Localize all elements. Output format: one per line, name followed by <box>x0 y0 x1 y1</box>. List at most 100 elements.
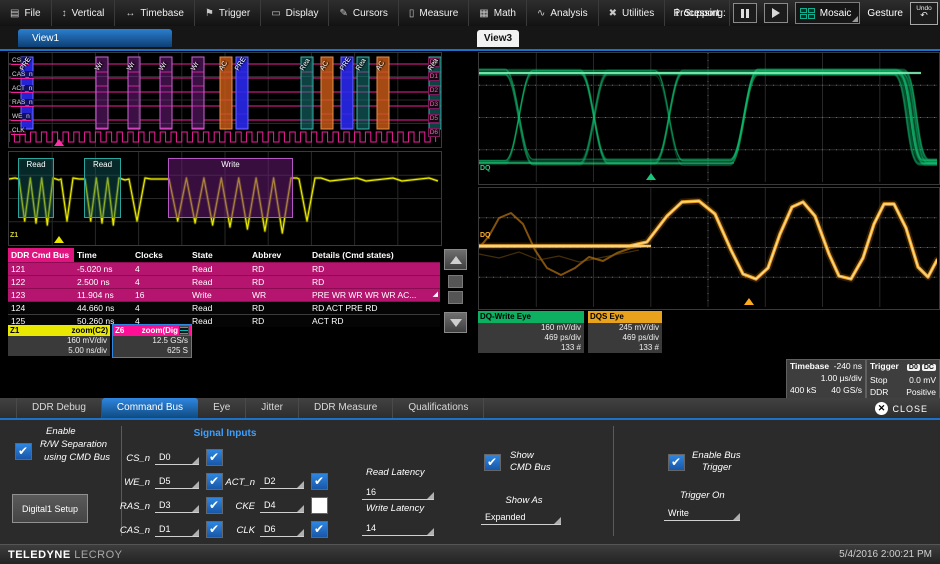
menu-right-cluster: Processing: Mosaic Gesture Undo ↶ <box>673 0 938 26</box>
read-region[interactable]: Read <box>84 158 121 218</box>
dq-channel-tag: DQ <box>480 165 491 173</box>
view-tab-row: View1 View3 <box>0 26 940 51</box>
horizontal-arrows-icon: ↔ <box>125 8 135 19</box>
trigger-source-badge: D0 <box>907 364 920 371</box>
tab-jitter[interactable]: Jitter <box>246 398 299 418</box>
menu-display[interactable]: ▭Display <box>261 0 329 26</box>
show-cmd-bus-checkbox[interactable] <box>484 454 501 471</box>
dqs-panel[interactable]: DQ <box>478 187 940 310</box>
digital-bus-panel[interactable]: CS_n CAS_n ACT_n RAS_n WE_n CLK D0 D1 D2… <box>8 52 442 148</box>
cke-enable-checkbox[interactable] <box>311 497 328 514</box>
signal-label-ras: RAS_n <box>11 99 34 107</box>
undo-button[interactable]: Undo ↶ <box>910 2 938 25</box>
ddr-debug-dialog: DDR Debug Command Bus Eye Jitter DDR Mea… <box>0 398 940 544</box>
dqs-position-marker[interactable] <box>744 298 754 305</box>
table-row[interactable]: 121-5.020 ns4ReadRDRD <box>8 262 440 275</box>
signal-label-cas: CAS_n <box>11 71 34 79</box>
play-icon <box>772 8 780 18</box>
scroll-track[interactable] <box>448 291 463 304</box>
trigger-coupling-badge: DC <box>922 364 936 371</box>
mosaic-grid-icon <box>800 8 815 19</box>
pause-button[interactable] <box>733 3 757 23</box>
menu-trigger[interactable]: ⚑Trigger <box>195 0 261 26</box>
chart-icon: ∿ <box>537 8 545 19</box>
scroll-down-button[interactable] <box>444 312 467 333</box>
zoom-position-marker[interactable] <box>54 236 64 243</box>
scroll-up-button[interactable] <box>444 249 467 270</box>
cs-source-dropdown[interactable]: D0 <box>155 450 199 465</box>
close-button[interactable]: CLOSE <box>875 402 928 415</box>
tab-command-bus[interactable]: Command Bus <box>102 398 198 418</box>
write-latency-dropdown[interactable]: 14 <box>362 521 434 536</box>
scroll-track[interactable] <box>448 275 463 288</box>
channel-label-d1: D1 <box>428 72 440 81</box>
cs-enable-checkbox[interactable] <box>206 449 223 466</box>
ddr-cmd-table: DDR Cmd Bus Time Clocks State Abbrev Det… <box>8 248 440 323</box>
cas-source-dropdown[interactable]: D1 <box>155 522 199 537</box>
trigger-position-marker[interactable] <box>54 139 64 146</box>
processing-label: Processing: <box>673 8 725 19</box>
trigger-on-dropdown[interactable]: Write <box>664 506 740 521</box>
play-button[interactable] <box>764 3 788 23</box>
ras-source-dropdown[interactable]: D3 <box>155 498 199 513</box>
menu-file[interactable]: ▤File <box>0 0 52 26</box>
tab-view3[interactable]: View3 <box>477 30 519 47</box>
rw-separation-checkbox[interactable] <box>15 443 32 460</box>
menu-vertical[interactable]: ↕Vertical <box>52 0 116 26</box>
calculator-icon: ▦ <box>479 8 488 19</box>
z6-descriptor[interactable]: Z6 zoom(Dig 12.5 GS/s 625 S <box>112 324 192 358</box>
read-latency-dropdown[interactable]: 16 <box>362 485 434 500</box>
undo-arrow-icon: ↶ <box>920 11 928 20</box>
signal-inputs-title: Signal Inputs <box>130 428 320 439</box>
digital-bus-icon <box>179 326 189 335</box>
clk-source-dropdown[interactable]: D6 <box>260 522 304 537</box>
tab-ddr-measure[interactable]: DDR Measure <box>299 398 393 418</box>
clk-enable-checkbox[interactable] <box>311 521 328 538</box>
table-row[interactable]: 12311.904 ns16WriteWRPRE WR WR WR WR AC.… <box>8 288 440 301</box>
write-region[interactable]: Write <box>168 158 293 218</box>
cursor-icon: ✎ <box>339 8 347 19</box>
z1-trace-tag: Z1 <box>10 232 18 240</box>
teledyne-lecroy-logo: TELEDYNE LECROY <box>8 549 123 561</box>
menu-timebase[interactable]: ↔Timebase <box>115 0 195 26</box>
table-title: DDR Cmd Bus <box>8 248 74 262</box>
signal-label-clk: CLK <box>11 127 26 135</box>
mosaic-display-button[interactable]: Mosaic <box>795 2 861 24</box>
timebase-summary[interactable]: Timebase-240 ns 1.00 µs/div 400 kS40 GS/… <box>786 359 866 399</box>
tab-view1[interactable]: View1 <box>18 29 172 47</box>
dqs-eye-descriptor[interactable]: DQS Eye 245 mV/div 469 ps/div 133 # <box>588 311 662 353</box>
dq-write-eye-descriptor[interactable]: DQ-Write Eye 160 mV/div 469 ps/div 133 # <box>478 311 584 353</box>
enable-bus-trigger-checkbox[interactable] <box>668 454 685 471</box>
gesture-label[interactable]: Gesture <box>867 8 903 19</box>
menu-math[interactable]: ▦Math <box>469 0 527 26</box>
z1-descriptor[interactable]: Z1 zoom(C2) 160 mV/div 5.00 ns/div <box>8 325 110 356</box>
menu-analysis[interactable]: ∿Analysis <box>527 0 599 26</box>
display-icon: ▭ <box>271 8 280 19</box>
close-icon <box>875 402 888 415</box>
act-enable-checkbox[interactable] <box>311 473 328 490</box>
zoom-trace-panel[interactable]: Read Read Write Z1 <box>8 151 442 246</box>
tab-qualifications[interactable]: Qualifications <box>393 398 484 418</box>
table-row[interactable]: 12444.660 ns4ReadRDRD ACT PRE RD <box>8 301 440 314</box>
dqs-channel-tag: DQ <box>480 232 491 240</box>
vertical-arrows-icon: ↕ <box>62 8 67 19</box>
dq-eye-panel[interactable]: DQ <box>478 52 940 185</box>
trigger-summary[interactable]: Trigger D0DC Stop0.0 mV DDRPositive <box>866 359 940 399</box>
channel-label-d5: D5 <box>428 114 440 123</box>
menu-cursors[interactable]: ✎Cursors <box>329 0 398 26</box>
tab-ddr-debug[interactable]: DDR Debug <box>16 398 102 418</box>
digital1-setup-button[interactable]: Digital1 Setup <box>12 494 88 523</box>
we-source-dropdown[interactable]: D5 <box>155 474 199 489</box>
cke-source-dropdown[interactable]: D4 <box>260 498 304 513</box>
file-icon: ▤ <box>10 8 19 19</box>
eye-center-marker[interactable] <box>646 173 656 180</box>
tab-eye[interactable]: Eye <box>198 398 246 418</box>
read-region[interactable]: Read <box>18 158 54 218</box>
show-as-dropdown[interactable]: Expanded <box>481 510 561 525</box>
menu-utilities[interactable]: ✖Utilities <box>599 0 666 26</box>
channel-label-d6: D6 <box>428 128 440 137</box>
table-row[interactable]: 1222.500 ns4ReadRDRD <box>8 275 440 288</box>
menu-measure[interactable]: ▯Measure <box>399 0 469 26</box>
status-bar: TELEDYNE LECROY 5/4/2016 2:00:21 PM <box>0 544 940 564</box>
act-source-dropdown[interactable]: D2 <box>260 474 304 489</box>
